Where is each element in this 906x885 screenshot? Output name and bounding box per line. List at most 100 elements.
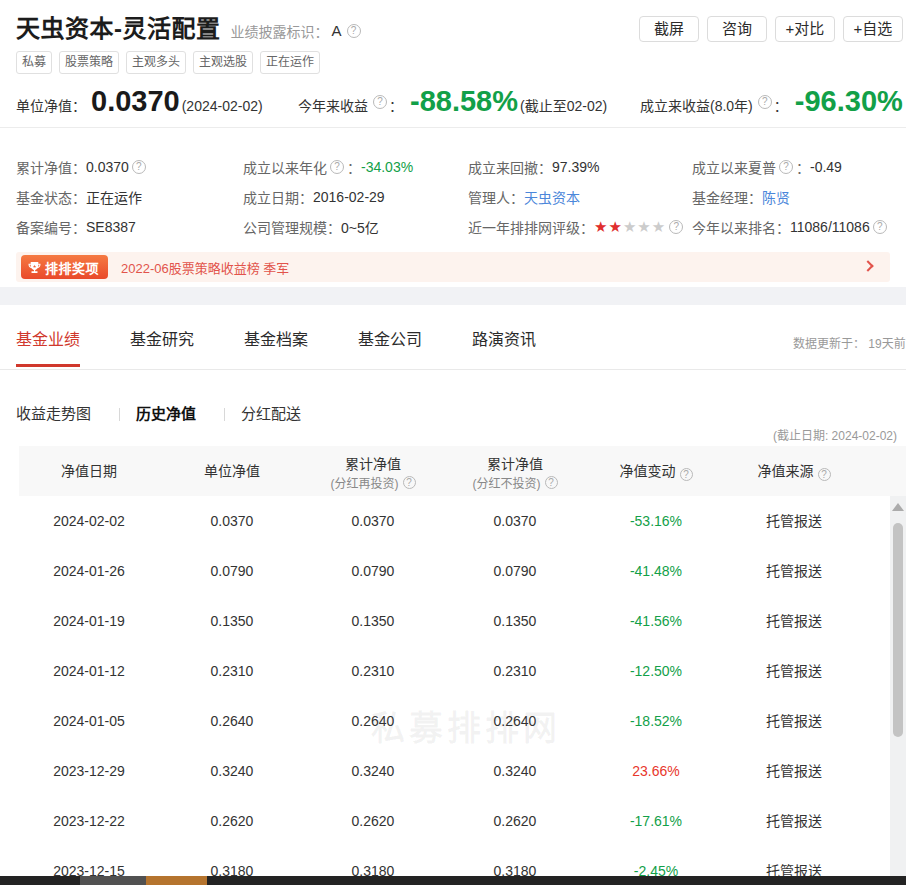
help-icon[interactable]: ? <box>347 24 361 38</box>
tab-performance[interactable]: 基金业绩 <box>16 330 80 350</box>
subtab-history-nav[interactable]: 历史净值 <box>136 404 196 424</box>
cell-cum-nav-reinvest: 0.2640 <box>303 696 443 746</box>
stat-registration: 备案编号： SE8387 <box>16 212 243 242</box>
cell-date: 2024-01-19 <box>19 596 159 646</box>
tab-company[interactable]: 基金公司 <box>358 330 422 350</box>
cell-cum-nav-reinvest: 0.3240 <box>303 746 443 796</box>
ytd-return-value: -88.58% <box>410 85 518 118</box>
divider <box>0 127 906 128</box>
help-icon[interactable]: ? <box>873 220 887 234</box>
cell-source: 托管报送 <box>724 496 864 546</box>
stat-company-scale: 公司管理规模： 0~5亿 <box>243 212 468 242</box>
colon: ： <box>774 95 788 115</box>
award-text: 2022-06股票策略收益榜 季军 <box>121 258 289 277</box>
unit-nav-group: 单位净值： 0.0370 (2024-02-02) <box>16 85 263 118</box>
colon: ： <box>389 95 403 115</box>
tab-bar: 基金业绩 基金研究 基金档案 基金公司 路演资讯 数据更新于： 19天前 <box>0 305 906 370</box>
stars-empty: ★★★ <box>623 218 666 235</box>
stat-rank: 今年以来排名： 11086/11086 ? <box>692 212 906 242</box>
help-icon[interactable]: ? <box>132 160 146 174</box>
tag-private-fund: 私募 <box>16 51 52 74</box>
cell-date: 2023-12-29 <box>19 746 159 796</box>
compare-button[interactable]: +对比 <box>775 16 835 42</box>
scroll-up-arrow-icon[interactable] <box>892 503 904 511</box>
table-row[interactable]: 2023-12-22 0.2620 0.2620 0.2620 -17.61% … <box>19 796 890 846</box>
help-icon[interactable]: ? <box>680 468 693 481</box>
action-buttons: 截屏 咨询 +对比 +自选 <box>639 16 903 42</box>
tag-stock-strategy: 股票策略 <box>59 51 119 74</box>
award-banner[interactable]: 排排奖项 2022-06股票策略收益榜 季军 <box>16 252 890 282</box>
cell-source: 托管报送 <box>724 746 864 796</box>
help-icon[interactable]: ? <box>545 476 558 489</box>
cell-unit-nav: 0.3240 <box>162 746 302 796</box>
cell-cum-nav-reinvest: 0.2310 <box>303 646 443 696</box>
cell-date: 2024-01-26 <box>19 546 159 596</box>
colon: ： <box>796 157 810 177</box>
cell-change: -12.50% <box>586 646 726 696</box>
help-icon[interactable]: ? <box>330 160 344 174</box>
table-row[interactable]: 2024-01-26 0.0790 0.0790 0.0790 -41.48% … <box>19 546 890 596</box>
table-row[interactable]: 2024-01-12 0.2310 0.2310 0.2310 -12.50% … <box>19 646 890 696</box>
tab-research[interactable]: 基金研究 <box>130 330 194 350</box>
cell-change: -18.52% <box>586 696 726 746</box>
colon: ： <box>347 157 361 177</box>
help-icon[interactable]: ? <box>669 220 683 234</box>
cell-date: 2024-01-12 <box>19 646 159 696</box>
subtab-dividend[interactable]: 分红配送 <box>241 404 301 424</box>
fund-manager-link[interactable]: 陈贤 <box>762 187 790 207</box>
screenshot-button[interactable]: 截屏 <box>639 16 699 42</box>
chevron-right-icon[interactable] <box>862 260 873 271</box>
stat-manager-company: 管理人： 天虫资本 <box>468 182 692 212</box>
award-badge-label: 排排奖项 <box>45 258 99 277</box>
cell-cum-nav-exclude: 0.2640 <box>445 696 585 746</box>
tab-roadshow[interactable]: 路演资讯 <box>472 330 536 350</box>
consult-button[interactable]: 咨询 <box>707 16 767 42</box>
table-row[interactable]: 2024-01-05 0.2640 0.2640 0.2640 -18.52% … <box>19 696 890 746</box>
cell-cum-nav-exclude: 0.0370 <box>445 496 585 546</box>
stat-cum-nav: 累计净值： 0.0370 ? <box>16 152 243 182</box>
cell-source: 托管报送 <box>724 796 864 846</box>
scrollbar-thumb[interactable] <box>893 523 903 737</box>
cell-source: 托管报送 <box>724 646 864 696</box>
unit-nav-value: 0.0370 <box>91 85 180 118</box>
col-header-cum-nav-reinvest: 累计净值 (分红再投资)? <box>303 453 443 491</box>
help-icon[interactable]: ? <box>373 95 387 109</box>
cutoff-date-note: (截止日期: 2024-02-02) <box>773 426 897 443</box>
help-icon[interactable]: ? <box>758 95 772 109</box>
cell-change: -53.16% <box>586 496 726 546</box>
col-header-change: 净值变动? <box>586 446 726 496</box>
tag-operating: 正在运作 <box>260 51 320 74</box>
stars-filled: ★★ <box>594 218 623 235</box>
sub-tabs: 收益走势图 历史净值 分红配送 <box>16 404 301 424</box>
cell-cum-nav-reinvest: 0.0790 <box>303 546 443 596</box>
rating-stars: ★★★★★ <box>594 219 666 234</box>
cell-date: 2024-01-05 <box>19 696 159 746</box>
table-row[interactable]: 2024-01-19 0.1350 0.1350 0.1350 -41.56% … <box>19 596 890 646</box>
disclosure-badge: 业绩披露标识： A ? <box>231 21 361 41</box>
cell-unit-nav: 0.1350 <box>162 596 302 646</box>
taskbar-segment <box>146 876 207 885</box>
stat-fund-manager: 基金经理： 陈贤 <box>692 182 906 212</box>
table-row[interactable]: 2024-02-02 0.0370 0.0370 0.0370 -53.16% … <box>19 496 890 546</box>
help-icon[interactable]: ? <box>779 160 793 174</box>
cell-change: -17.61% <box>586 796 726 846</box>
help-icon[interactable]: ? <box>403 476 416 489</box>
table-body: 2024-02-02 0.0370 0.0370 0.0370 -53.16% … <box>19 496 890 885</box>
table-row[interactable]: 2023-12-29 0.3240 0.3240 0.3240 23.66% 托… <box>19 746 890 796</box>
cell-cum-nav-exclude: 0.2620 <box>445 796 585 846</box>
stats-grid: 累计净值： 0.0370 ? 成立以来年化 ? ： -34.03% 成立来回撤：… <box>16 152 906 242</box>
stat-status: 基金状态： 正在运作 <box>16 182 243 212</box>
cell-source: 托管报送 <box>724 546 864 596</box>
watchlist-button[interactable]: +自选 <box>843 16 903 42</box>
stat-sharpe: 成立以来夏普 ? ： -0.49 <box>692 152 906 182</box>
vertical-scrollbar[interactable] <box>890 496 906 885</box>
manager-company-link[interactable]: 天虫资本 <box>524 187 580 207</box>
cell-source: 托管报送 <box>724 696 864 746</box>
help-icon[interactable]: ? <box>818 468 831 481</box>
page-title: 天虫资本-灵活配置 <box>16 15 221 42</box>
tab-archives[interactable]: 基金档案 <box>244 330 308 350</box>
subtab-trend-chart[interactable]: 收益走势图 <box>16 404 91 424</box>
separator <box>224 408 225 421</box>
disclosure-label: 业绩披露标识： <box>231 21 329 41</box>
col-header-source: 净值来源? <box>724 446 864 496</box>
